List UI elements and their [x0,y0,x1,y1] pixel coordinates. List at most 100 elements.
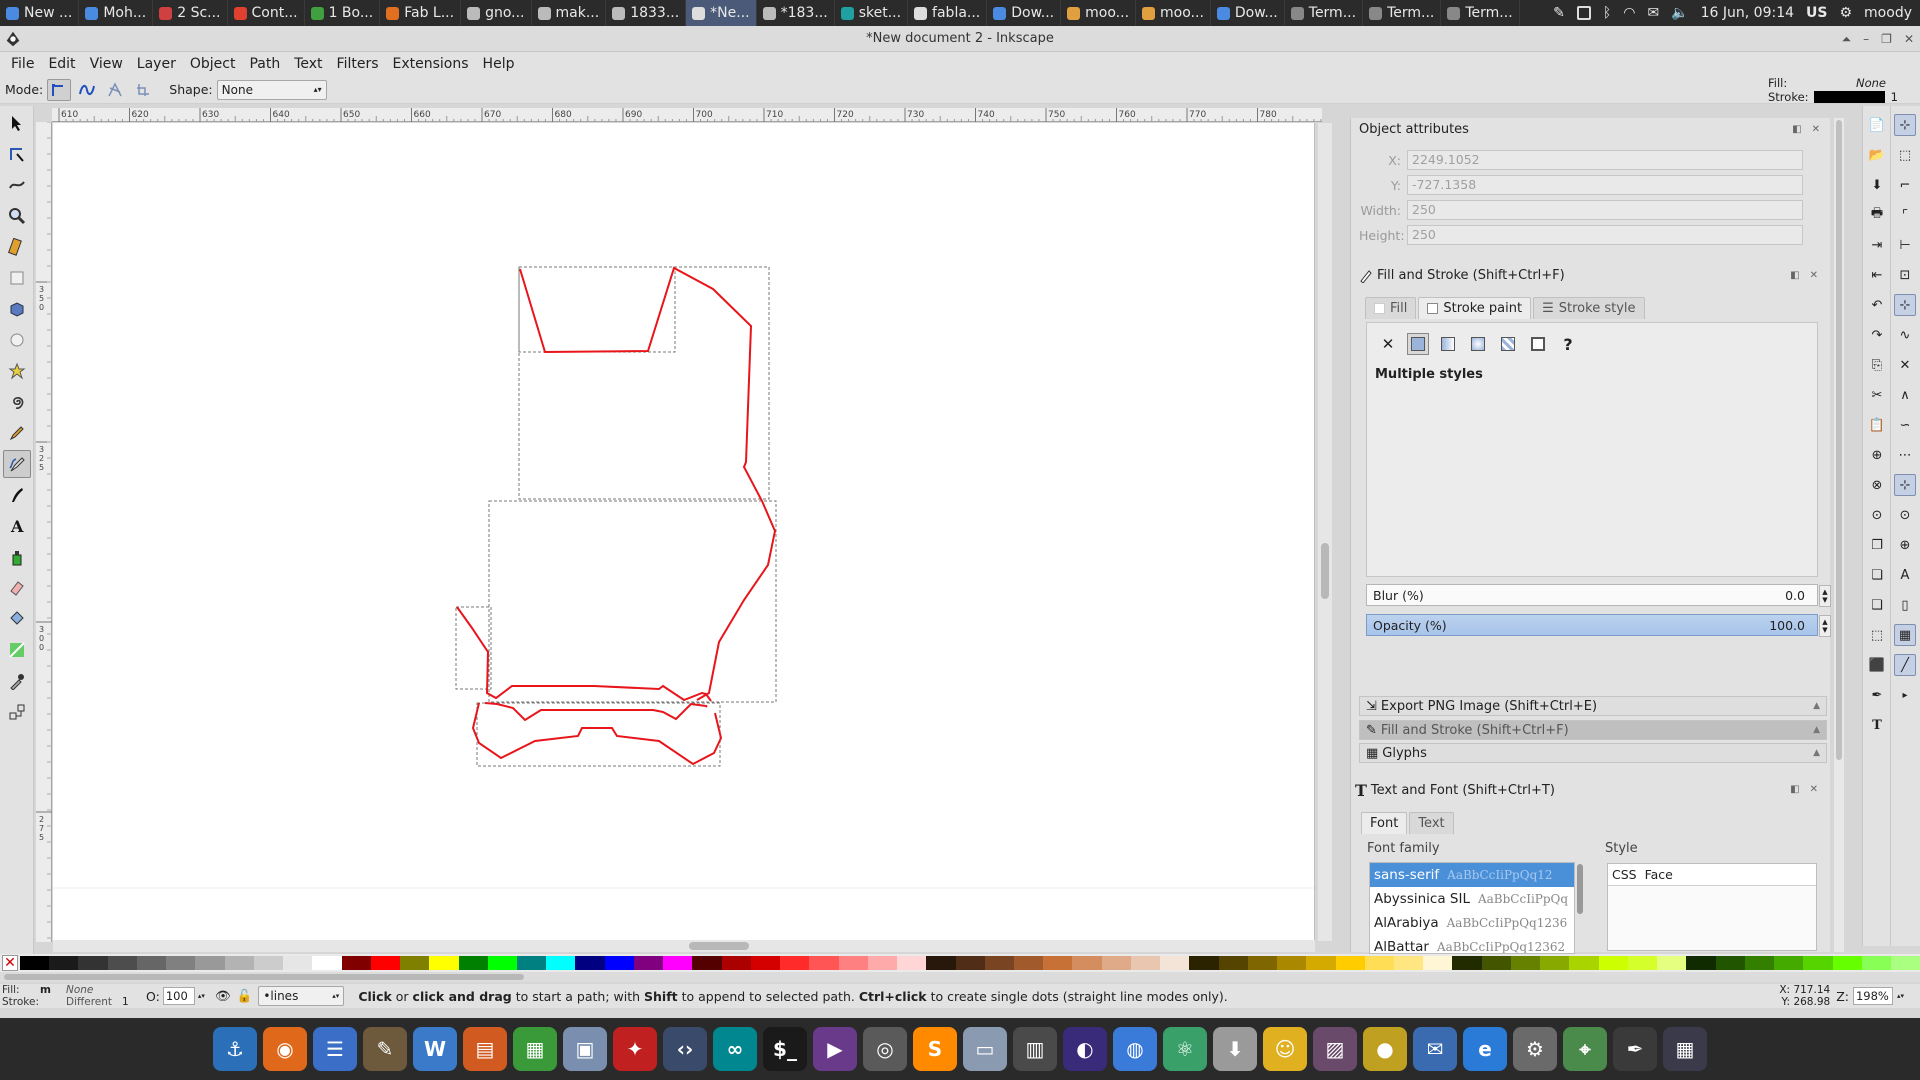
menu-layer[interactable]: Layer [130,56,183,72]
close-icon[interactable]: ✕ [1904,26,1914,52]
keyboard-layout[interactable]: US [1806,5,1827,21]
palette-swatch[interactable] [107,956,137,970]
photos-app-icon[interactable]: ▨ [1313,1027,1357,1071]
snap-bbox-edges-icon[interactable]: ⌐ [1894,174,1916,196]
taskbar-task[interactable]: 1 Bo... [305,0,381,26]
taskbar-task[interactable]: *Ne... [686,0,757,26]
settings-app-icon[interactable]: ⚙ [1513,1027,1557,1071]
taskbar-task[interactable]: fabla... [908,0,988,26]
palette-swatch[interactable] [1481,956,1511,970]
maps-app-icon[interactable]: ⌖ [1563,1027,1607,1071]
paint-bucket-tool[interactable] [3,605,31,633]
linear-gradient-button[interactable] [1437,333,1459,355]
palette-swatch[interactable] [1803,956,1833,970]
palette-swatch[interactable] [1160,956,1190,970]
palette-swatch[interactable] [1072,956,1102,970]
palette-swatch[interactable] [867,956,898,970]
rectangle-tool[interactable] [3,264,31,292]
palette-swatch[interactable] [1306,956,1336,970]
impress-app-icon[interactable]: ▤ [463,1027,507,1071]
palette-swatch[interactable] [78,956,108,970]
pen-tool[interactable] [3,450,31,478]
palette-swatch[interactable] [780,956,810,970]
more-icon[interactable]: ▸ [1894,684,1916,706]
attr-x-field[interactable]: 2249.1052 [1407,150,1803,170]
volume-icon[interactable]: 🔈 [1671,5,1688,21]
maximize-icon[interactable]: ❐ [1881,26,1892,52]
paraxial-mode-button[interactable] [131,79,155,101]
snap-toggle-icon[interactable]: ⊹ [1894,114,1916,136]
snap-guides-icon[interactable]: ╱ [1894,654,1916,676]
style-indicator[interactable]: Fill: None Stroke: 1 [1768,76,1898,104]
menu-object[interactable]: Object [183,56,243,72]
palette-swatch[interactable] [633,956,664,970]
snap-smooth-icon[interactable]: ∽ [1894,414,1916,436]
shape-select[interactable]: None ▴▾ [216,79,327,100]
palette-swatch[interactable] [984,956,1014,970]
inkscape-app-icon[interactable]: ✒ [1613,1027,1657,1071]
undo-icon[interactable]: ↶ [1866,294,1888,316]
palette-swatch[interactable] [1744,956,1775,970]
xml-editor-icon[interactable]: ✒ [1866,684,1888,706]
close-icon[interactable]: ✕ [1812,124,1820,135]
palette-swatch[interactable] [1569,956,1599,970]
archive-app-icon[interactable]: ▣ [563,1027,607,1071]
taskbar-task[interactable]: New ... [0,0,80,26]
duplicate-icon[interactable]: ❐ [1866,534,1888,556]
palette-swatch[interactable] [1686,956,1716,970]
eraser-tool[interactable] [3,574,31,602]
style-col-face[interactable]: Face [1645,867,1673,882]
dock-scrollbar[interactable] [1834,118,1844,952]
snap-rotation-center-icon[interactable]: ⊕ [1894,534,1916,556]
scroll-thumb[interactable] [689,942,749,950]
palette-swatch[interactable] [1832,956,1862,970]
ungroup-icon[interactable]: ⬛ [1866,654,1888,676]
spin-arrows-icon[interactable]: ▲ ▼ [1819,585,1831,607]
taskbar-task[interactable]: sket... [835,0,909,26]
new-document-icon[interactable]: 📄 [1866,114,1888,136]
style-col-css[interactable]: CSS [1612,867,1637,882]
fill-stroke-panel-header[interactable]: ✎ Fill and Stroke (Shift+Ctrl+F) ▲ [1359,720,1827,740]
snap-bbox-center-icon[interactable]: ⊡ [1894,264,1916,286]
palette-swatch[interactable] [750,956,781,970]
tweak-tool[interactable] [3,171,31,199]
selected-style-indicator[interactable]: Fill: m None Stroke: Different 1 [0,984,140,1008]
menu-view[interactable]: View [83,56,130,72]
ellipse-tool[interactable] [3,326,31,354]
palette-swatch[interactable] [1423,956,1453,970]
palette-swatch[interactable] [692,956,722,970]
no-paint-button[interactable]: ✕ [1377,333,1399,355]
canvas-horizontal-scrollbar[interactable] [53,940,1315,952]
zoom-tool[interactable] [3,202,31,230]
menu-file[interactable]: File [4,56,41,72]
palette-swatch[interactable] [1540,956,1570,970]
attr-height-field[interactable]: 250 [1407,225,1803,245]
calculator-app-icon[interactable]: ▥ [1013,1027,1057,1071]
export-png-panel-header[interactable]: ⇲ Export PNG Image (Shift+Ctrl+E) ▲ [1359,696,1827,716]
taskbar-task[interactable]: Cont... [228,0,305,26]
unset-paint-button[interactable]: ? [1557,333,1579,355]
ball-app-icon[interactable]: ● [1363,1027,1407,1071]
palette-swatch[interactable] [1013,956,1044,970]
bluetooth-icon[interactable]: ᛒ [1603,5,1611,21]
palette-swatch[interactable] [195,956,225,970]
palette-swatch[interactable] [224,956,254,970]
palette-swatch[interactable] [487,956,517,970]
palette-swatch[interactable] [1218,956,1248,970]
taskbar-task[interactable]: Dow... [1211,0,1285,26]
measure-tool[interactable] [3,233,31,261]
palette-swatch[interactable] [370,956,401,970]
snap-bbox-midpoints-icon[interactable]: ⊢ [1894,234,1916,256]
3d-box-tool[interactable] [3,295,31,323]
palette-swatch[interactable] [1101,956,1131,970]
spray-tool[interactable] [3,543,31,571]
opacity-spinbox[interactable]: Opacity (%) 100.0 ▲ ▼ [1366,614,1831,637]
thunderbird-app-icon[interactable]: ✉ [1413,1027,1457,1071]
palette-swatch[interactable] [1715,956,1745,970]
installer-app-icon[interactable]: ⬇ [1213,1027,1257,1071]
radial-gradient-button[interactable] [1467,333,1489,355]
user-name[interactable]: moody [1864,5,1912,21]
font-family-list[interactable]: sans-serif AaBbCcIiPpQq12 Abyssinica SIL Aa… [1369,862,1575,954]
pencil-tool[interactable] [3,419,31,447]
font-list-item[interactable]: Abyssinica SIL AaBbCcIiPpQq [1370,887,1574,911]
